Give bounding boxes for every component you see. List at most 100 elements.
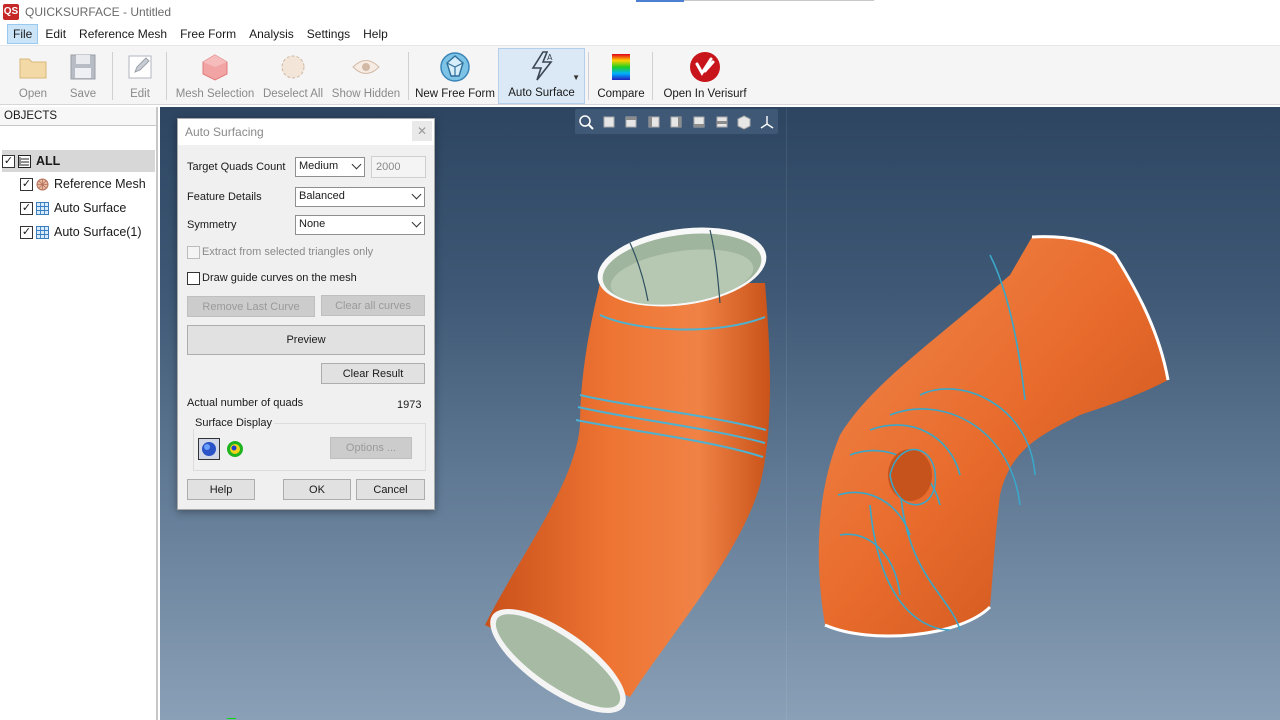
- preview-button[interactable]: Preview: [187, 325, 425, 355]
- target-quads-select[interactable]: Medium: [295, 157, 365, 177]
- view-right-icon[interactable]: [668, 114, 684, 130]
- menu-analysis[interactable]: Analysis: [243, 24, 300, 44]
- dialog-title-bar[interactable]: Auto Surfacing ✕: [178, 119, 434, 145]
- surface-model-left[interactable]: [480, 225, 780, 720]
- deviation-map-icon: [227, 441, 243, 457]
- auto-surface-label: Auto Surface: [508, 87, 575, 99]
- grid-icon: [36, 201, 49, 215]
- menu-file[interactable]: File: [7, 24, 39, 44]
- compare-button[interactable]: Compare: [596, 50, 646, 102]
- new-free-form-button[interactable]: New Free Form: [415, 50, 495, 102]
- axis-indicator: —: [227, 713, 236, 720]
- surface-deviation-display-button[interactable]: [224, 438, 246, 460]
- feature-details-value: Balanced: [299, 190, 345, 202]
- app-logo-icon: QS: [3, 3, 19, 20]
- edit-label: Edit: [130, 88, 150, 100]
- auto-surface-button[interactable]: A Auto Surface ▼: [498, 48, 585, 104]
- symmetry-value: None: [299, 218, 326, 230]
- floppy-disk-icon: [66, 50, 100, 84]
- open-in-verisurf-button[interactable]: Open In Verisurf: [662, 50, 748, 102]
- tree-item-auto-surface[interactable]: ✓ Auto Surface: [20, 197, 126, 219]
- menu-free-form[interactable]: Free Form: [174, 24, 242, 44]
- main-toolbar: Open Save Edit Mesh Selection Deselect A…: [0, 45, 1280, 105]
- folder-icon: [16, 50, 50, 84]
- symmetry-label: Symmetry: [187, 219, 237, 231]
- tree-item-all[interactable]: ✓ ALL: [2, 150, 155, 172]
- save-label: Save: [69, 88, 97, 100]
- auto-surface-1-checkbox[interactable]: ✓: [20, 225, 33, 239]
- open-in-verisurf-label: Open In Verisurf: [663, 88, 747, 100]
- deselect-all-button[interactable]: Deselect All: [262, 50, 324, 102]
- ok-button[interactable]: OK: [283, 479, 351, 500]
- surface-shaded-display-button[interactable]: [198, 438, 220, 460]
- open-button[interactable]: Open: [14, 50, 52, 102]
- options-button[interactable]: Options ...: [330, 437, 412, 459]
- free-form-icon: [438, 50, 472, 84]
- mesh-icon: [36, 178, 49, 191]
- remove-last-curve-button[interactable]: Remove Last Curve: [187, 296, 315, 317]
- deselect-icon: [276, 50, 310, 84]
- axes-icon[interactable]: [759, 114, 775, 130]
- objects-header: OBJECTS: [0, 107, 156, 126]
- auto-surface-checkbox[interactable]: ✓: [20, 201, 33, 215]
- tree-item-auto-surface-1[interactable]: ✓ Auto Surface(1): [20, 221, 142, 243]
- draw-guide-curves-label: Draw guide curves on the mesh: [202, 272, 357, 284]
- tree-item-reference-mesh[interactable]: ✓ Reference Mesh: [20, 173, 146, 195]
- show-hidden-label: Show Hidden: [331, 88, 401, 100]
- zoom-fit-icon[interactable]: [578, 114, 594, 130]
- eye-icon: [349, 50, 383, 84]
- verisurf-logo-icon: [688, 50, 722, 84]
- all-checkbox[interactable]: ✓: [2, 154, 15, 168]
- viewport-divider: [786, 107, 787, 720]
- tree-label-auto-surface-1: Auto Surface(1): [54, 225, 142, 239]
- close-icon[interactable]: ✕: [412, 121, 432, 141]
- show-hidden-button[interactable]: Show Hidden: [332, 50, 400, 102]
- toolbar-separator: [112, 52, 113, 100]
- target-quads-value: Medium: [299, 160, 339, 172]
- target-quads-number-field[interactable]: 2000: [371, 156, 426, 178]
- view-iso-icon[interactable]: [736, 114, 752, 130]
- view-toolbar: [575, 109, 778, 134]
- cancel-button[interactable]: Cancel: [356, 479, 425, 500]
- save-button[interactable]: Save: [64, 50, 102, 102]
- edit-pencil-icon: [123, 50, 157, 84]
- toolbar-separator: [652, 52, 653, 100]
- view-back-icon[interactable]: [623, 114, 639, 130]
- extract-selected-checkbox[interactable]: [187, 246, 200, 259]
- new-free-form-label: New Free Form: [415, 88, 495, 100]
- view-left-icon[interactable]: [646, 114, 662, 130]
- clear-result-button[interactable]: Clear Result: [321, 363, 425, 384]
- menu-edit[interactable]: Edit: [39, 24, 72, 44]
- menu-help[interactable]: Help: [357, 24, 394, 44]
- mesh-selection-icon: [198, 50, 232, 84]
- edit-button[interactable]: Edit: [122, 50, 158, 102]
- reference-mesh-checkbox[interactable]: ✓: [20, 177, 33, 191]
- color-scale-icon: [604, 50, 638, 84]
- menu-settings[interactable]: Settings: [301, 24, 356, 44]
- tree-label-auto-surface: Auto Surface: [54, 201, 127, 215]
- menu-bar: File Edit Reference Mesh Free Form Analy…: [0, 23, 1280, 45]
- chevron-down-icon: [351, 159, 362, 170]
- chevron-down-icon: [411, 217, 422, 228]
- clear-all-curves-button[interactable]: Clear all curves: [321, 295, 425, 316]
- deselect-all-label: Deselect All: [262, 88, 324, 100]
- feature-details-select[interactable]: Balanced: [295, 187, 425, 207]
- grid-icon: [36, 225, 49, 239]
- view-front-icon[interactable]: [601, 114, 617, 130]
- view-top-icon[interactable]: [691, 114, 707, 130]
- view-bottom-icon[interactable]: [714, 114, 730, 130]
- auto-surface-dropdown-icon[interactable]: ▼: [572, 73, 580, 82]
- symmetry-select[interactable]: None: [295, 215, 425, 235]
- title-accent: [636, 0, 684, 2]
- auto-surface-lightning-icon: A: [525, 49, 559, 83]
- actual-quads-value: 1973: [397, 399, 422, 411]
- menu-reference-mesh[interactable]: Reference Mesh: [73, 24, 173, 44]
- mesh-selection-button[interactable]: Mesh Selection: [176, 50, 254, 102]
- compare-label: Compare: [597, 88, 645, 100]
- tree-label-reference-mesh: Reference Mesh: [54, 177, 146, 191]
- surface-model-right[interactable]: [810, 235, 1180, 665]
- help-button[interactable]: Help: [187, 479, 255, 500]
- target-quads-label: Target Quads Count: [187, 161, 286, 173]
- list-icon: [18, 154, 31, 168]
- draw-guide-curves-checkbox[interactable]: [187, 272, 200, 285]
